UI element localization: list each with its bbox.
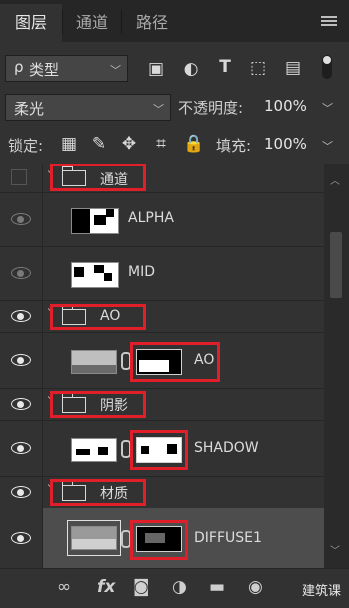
lock-paint-icon[interactable]: ✎ [90, 134, 108, 154]
lock-row: 锁定: ▦ ✎ ✥ ⌗ 🔒 填充: 100% ﹀ [0, 126, 349, 165]
highlight-box [130, 342, 220, 382]
visibility-cell[interactable] [0, 246, 43, 300]
blend-mode-select[interactable]: 柔光 ﹀ [5, 94, 171, 121]
fx-icon[interactable]: fx [97, 577, 115, 597]
filter-kind-label: 类型 [29, 61, 60, 79]
highlight-box [50, 479, 146, 506]
layer-thumbnail [71, 208, 119, 234]
highlight-box [50, 391, 146, 418]
layer-diffuse1[interactable]: DIFFUSE1 [0, 508, 324, 568]
visibility-cell[interactable] [0, 476, 43, 508]
visibility-cell[interactable] [0, 300, 43, 332]
chevron-down-icon[interactable]: ﹀ [322, 138, 333, 154]
link-layers-icon[interactable]: ∞ [57, 577, 71, 597]
eye-icon[interactable] [11, 213, 31, 225]
fill-label: 填充: [216, 137, 252, 155]
visibility-cell[interactable] [0, 164, 43, 192]
lock-all-icon[interactable]: 🔒 [183, 134, 204, 154]
highlight-box [50, 304, 146, 330]
highlight-box [130, 520, 188, 560]
layer-name: ALPHA [128, 210, 174, 226]
tab-layers[interactable]: 图层 [0, 4, 62, 42]
chevron-down-icon: ﹀ [110, 64, 121, 77]
layer-group-material[interactable]: ˅ 材质 [0, 476, 324, 509]
filter-toggle[interactable] [322, 55, 332, 79]
tab-paths[interactable]: 路径 [122, 4, 182, 42]
layer-name: SHADOW [194, 440, 259, 456]
layer-mid[interactable]: MID [0, 246, 324, 301]
layer-name: MID [128, 264, 155, 280]
layers-list: ˅ 通道 ALPHA MID ˅ AO AO ˅ 阴影 SHADOW ˅ 材质 … [0, 164, 324, 568]
lock-label: 锁定: [8, 137, 44, 155]
layers-bottom-toolbar: ∞ fx ◙ ◑ ▬ ◉ 建筑课 [0, 568, 349, 608]
visibility-cell[interactable] [0, 192, 43, 246]
scroll-up-icon[interactable]: ︿ [330, 172, 340, 187]
eye-icon[interactable] [11, 354, 31, 366]
layer-thumbnail [71, 526, 117, 550]
eye-icon[interactable] [11, 398, 31, 410]
opacity-label: 不透明度: [178, 99, 244, 117]
adjustment-layer-icon[interactable]: ◑ [172, 577, 187, 597]
layer-alpha[interactable]: ALPHA [0, 192, 324, 247]
chevron-down-icon[interactable]: ﹀ [322, 100, 333, 116]
pixel-filter-icon[interactable]: ▣ [146, 59, 166, 79]
add-mask-icon[interactable]: ◙ [133, 577, 150, 597]
eye-icon[interactable] [11, 486, 31, 498]
tab-channels[interactable]: 通道 [63, 4, 121, 42]
scroll-down-icon[interactable]: ﹀ [330, 542, 340, 557]
blend-mode-label: 柔光 [14, 100, 45, 118]
fill-value[interactable]: 100% [264, 135, 307, 153]
visibility-off-box[interactable] [11, 169, 27, 185]
layers-scrollbar[interactable]: ︿ ﹀ [324, 164, 349, 568]
panel-tab-bar: 图层 通道 路径 [0, 0, 349, 42]
eye-icon[interactable] [11, 532, 31, 544]
eye-icon[interactable] [11, 310, 31, 322]
visibility-cell[interactable] [0, 388, 43, 420]
adjustment-filter-icon[interactable]: ◐ [181, 59, 201, 79]
visibility-cell[interactable] [0, 332, 43, 388]
visibility-cell[interactable] [0, 420, 43, 476]
layer-group-shadow[interactable]: ˅ 阴影 [0, 388, 324, 421]
eye-icon[interactable] [11, 442, 31, 454]
layer-ao[interactable]: AO [0, 332, 324, 389]
lock-position-icon[interactable]: ✥ [120, 134, 138, 154]
layer-group-ao[interactable]: ˅ AO [0, 300, 324, 333]
lock-artboard-icon[interactable]: ⌗ [152, 134, 170, 154]
wechat-icon: ◉ [248, 577, 263, 597]
highlight-box [50, 164, 146, 191]
opacity-value[interactable]: 100% [264, 97, 307, 115]
layer-name: DIFFUSE1 [194, 530, 262, 546]
layer-thumbnail [71, 438, 117, 462]
smart-object-filter-icon[interactable]: ▤ [283, 58, 303, 78]
chevron-down-icon: ﹀ [153, 103, 164, 116]
highlight-box [130, 430, 188, 470]
layer-group-channels[interactable]: ˅ 通道 [0, 164, 324, 193]
filter-kind-select[interactable]: ρ 类型 ﹀ [5, 55, 128, 82]
watermark-text: 建筑课 [301, 584, 341, 599]
search-icon: ρ [14, 58, 24, 76]
blend-row: 柔光 ﹀ 不透明度: 100% ﹀ [0, 86, 349, 127]
shape-filter-icon[interactable]: ⬚ [248, 58, 268, 78]
type-filter-icon[interactable]: T [215, 57, 235, 77]
eye-icon[interactable] [11, 267, 31, 279]
visibility-cell[interactable] [0, 508, 43, 568]
panel-menu-icon[interactable] [321, 16, 337, 26]
layer-thumbnail [71, 262, 119, 288]
filter-row: ρ 类型 ﹀ ▣ ◐ T ⬚ ▤ [0, 42, 349, 87]
new-group-icon[interactable]: ▬ [209, 577, 225, 597]
layer-thumbnail [71, 350, 117, 374]
scrollbar-thumb[interactable] [330, 232, 342, 298]
lock-transparency-icon[interactable]: ▦ [60, 134, 78, 154]
layer-shadow[interactable]: SHADOW [0, 420, 324, 477]
